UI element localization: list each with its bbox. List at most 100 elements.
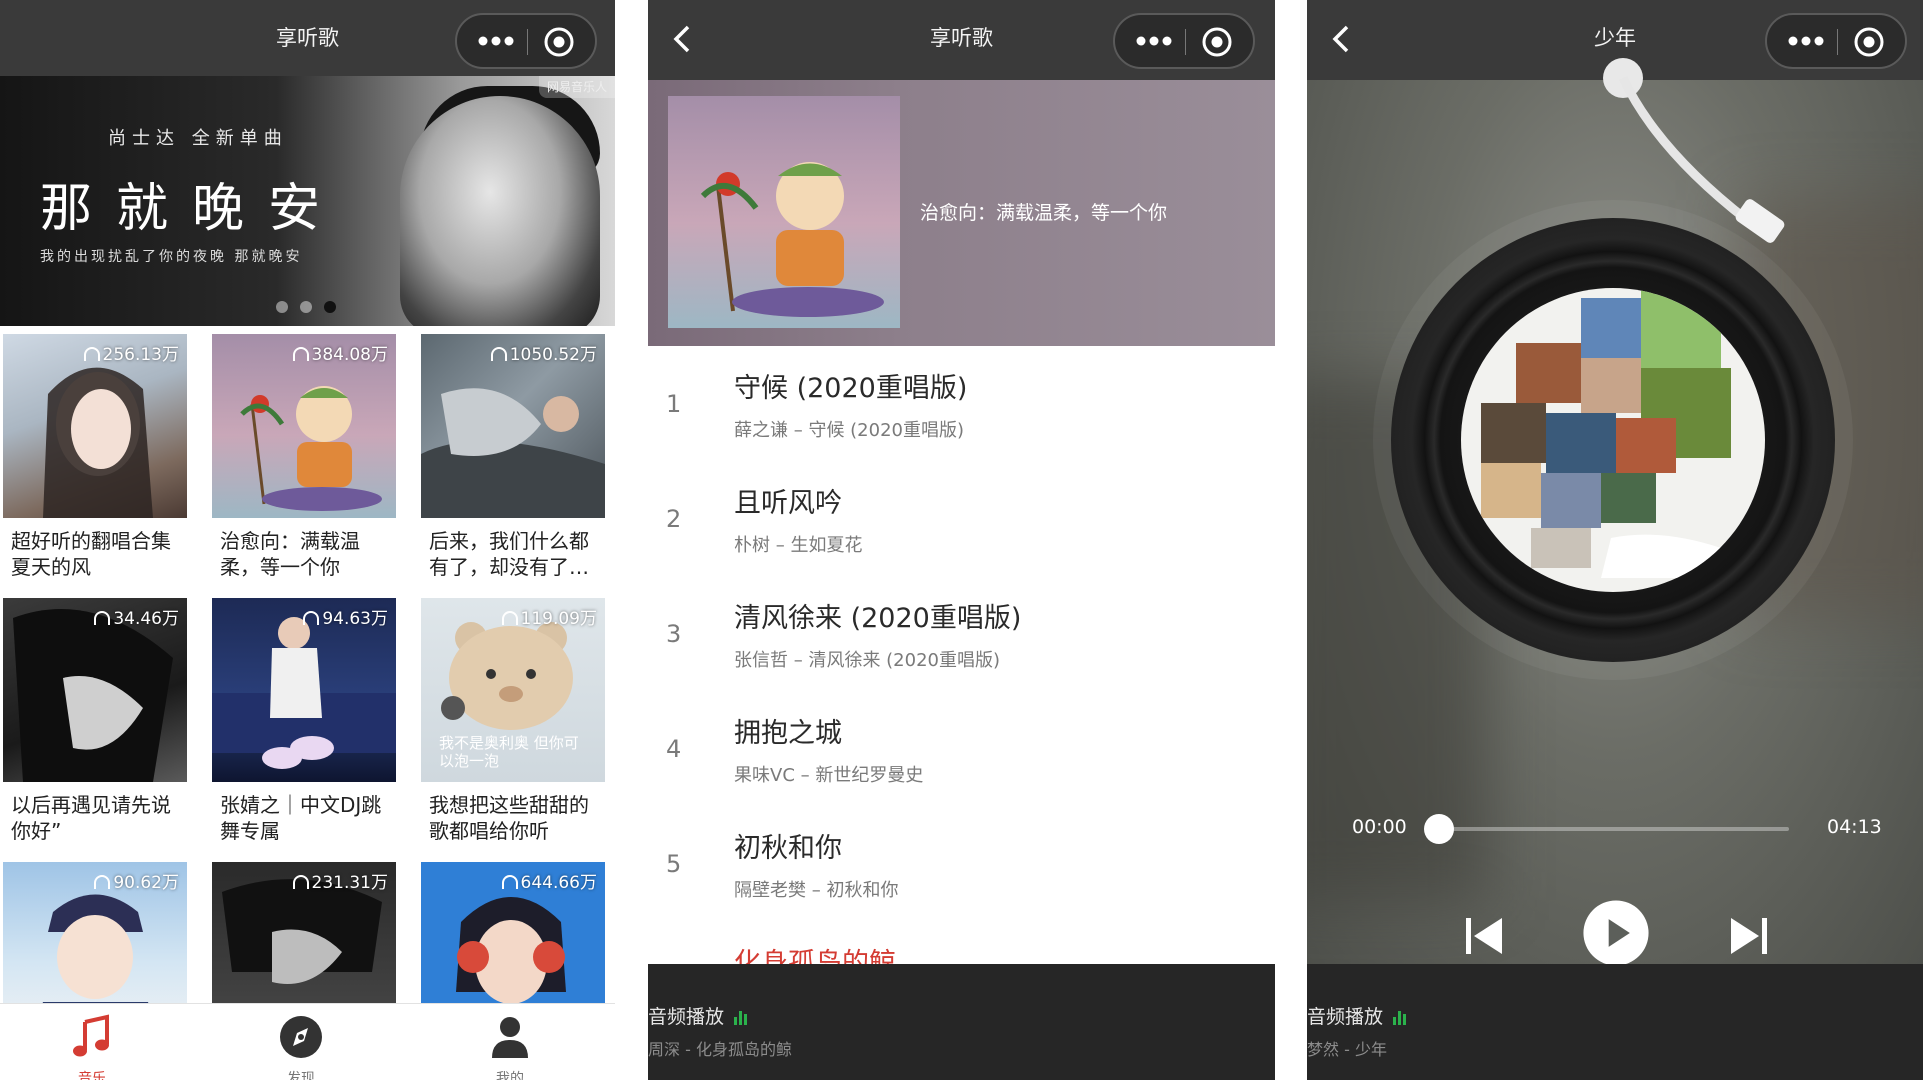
- album-collage: [1481, 288, 1731, 578]
- equalizer-icon: [734, 1008, 749, 1030]
- playlist-cover: 384.08万: [212, 334, 396, 518]
- playlist-screen: 享听歌 治愈向：满载温柔，等一个你 1 守候 (2020重唱版) 薛之谦 – 守…: [648, 0, 1275, 1080]
- tab-label: 音乐: [78, 1071, 106, 1080]
- playlist-name: 我想把这些甜甜的歌都唱给你听: [429, 793, 589, 843]
- previous-track-icon[interactable]: [1462, 898, 1506, 968]
- headphone-icon: [83, 347, 100, 361]
- song-index: 2: [666, 505, 682, 533]
- play-count: 34.46万: [94, 604, 179, 629]
- banner-carousel[interactable]: 尚士达 全新单曲 那就晚安 我的出现扰乱了你的夜晚 那就晚安 网易音乐人: [0, 76, 615, 326]
- close-target-icon[interactable]: [1199, 24, 1235, 60]
- playlist-cover: 1050.52万: [421, 334, 605, 518]
- carousel-dot[interactable]: [276, 301, 288, 313]
- song-index: 5: [666, 850, 682, 878]
- playlist-name: 超好听的翻唱合集夏天的风: [11, 529, 171, 579]
- banner-portrait: [400, 96, 600, 326]
- tab-me[interactable]: 我的: [450, 1012, 570, 1080]
- play-count: 256.13万: [83, 340, 179, 365]
- song-row[interactable]: 4 拥抱之城 果味VC – 新世纪罗曼史: [648, 691, 1275, 806]
- playlist-name: 后来，我们什么都有了，却没有了…: [429, 529, 589, 579]
- playlist-cover: [668, 96, 900, 328]
- carousel-dot[interactable]: [300, 301, 312, 313]
- mini-player-subtitle: 梦然 - 少年: [1307, 1040, 1387, 1059]
- close-target-icon[interactable]: [541, 24, 577, 60]
- mini-player-subtitle: 周深 - 化身孤岛的鲸: [648, 1040, 792, 1059]
- play-button[interactable]: [1573, 898, 1659, 968]
- song-artist-album: 薛之谦 – 守候 (2020重唱版): [734, 420, 965, 441]
- headphone-icon: [501, 875, 518, 889]
- mini-player-bar[interactable]: 音频播放 周深 - 化身孤岛的鲸: [648, 964, 1275, 1080]
- play-count: 644.66万: [501, 868, 597, 893]
- headphone-icon: [292, 875, 309, 889]
- tab-label: 我的: [496, 1071, 524, 1080]
- cover-illustration: [700, 162, 884, 317]
- progress-slider[interactable]: [1424, 814, 1789, 844]
- tonearm: [1603, 58, 1785, 243]
- playlist-card[interactable]: 94.63万 张婧之｜中文DJ跳舞专属: [212, 598, 396, 844]
- carousel-dot-active[interactable]: [324, 301, 336, 313]
- playlist-card[interactable]: 1050.52万 后来，我们什么都有了，却没有了…: [421, 334, 605, 580]
- headphone-icon: [490, 347, 507, 361]
- player-screen: 少年 00:00 04:13 音频播放 梦然 - 少年: [1307, 0, 1923, 1080]
- play-count: 231.31万: [292, 868, 388, 893]
- compass-icon: [280, 1016, 322, 1058]
- banner-headline: 那就晚安: [40, 179, 345, 239]
- equalizer-icon: [1393, 1008, 1408, 1030]
- play-count: 119.09万: [501, 604, 597, 629]
- song-row[interactable]: 5 初秋和你 隔壁老樊 – 初秋和你: [648, 806, 1275, 921]
- mini-player-bar[interactable]: 音频播放 梦然 - 少年: [1307, 964, 1923, 1080]
- home-screen: 享听歌 尚士达 全新单曲 那就晚安 我的出现扰乱了你的夜晚 那就晚安 网易音乐人: [0, 0, 615, 1080]
- headphone-icon: [501, 611, 518, 625]
- playlist-description: 治愈向：满载温柔，等一个你: [920, 202, 1168, 224]
- mini-program-capsule: [455, 13, 597, 69]
- play-count: 1050.52万: [490, 340, 597, 365]
- playlist-card[interactable]: 34.46万 以后再遇见请先说你好”: [3, 598, 187, 844]
- progress-row: 00:00 04:13: [1307, 810, 1923, 850]
- current-time: 00:00: [1352, 816, 1407, 838]
- music-note-icon: [73, 1014, 109, 1057]
- playlist-cover: 119.09万 我不是奥利奥 但你可以泡一泡: [421, 598, 605, 782]
- song-title: 且听风吟: [734, 488, 842, 519]
- banner-source-tag: 网易音乐人: [538, 76, 615, 98]
- playlist-cover: 94.63万: [212, 598, 396, 782]
- play-count: 94.63万: [303, 604, 388, 629]
- song-artist-album: 朴树 – 生如夏花: [734, 535, 863, 556]
- capsule-divider: [527, 29, 528, 55]
- headphone-icon: [94, 875, 111, 889]
- playlist-card[interactable]: 256.13万 超好听的翻唱合集夏天的风: [3, 334, 187, 580]
- nav-bar: 享听歌: [648, 0, 1275, 80]
- more-icon[interactable]: [1129, 25, 1179, 57]
- song-row[interactable]: 1 守候 (2020重唱版) 薛之谦 – 守候 (2020重唱版): [648, 346, 1275, 461]
- mini-program-capsule: [1113, 13, 1255, 69]
- next-track-icon[interactable]: [1727, 898, 1771, 968]
- more-icon[interactable]: [471, 25, 521, 57]
- album-art: [1461, 288, 1765, 592]
- headphone-icon: [94, 611, 111, 625]
- playlist-cover: 34.46万: [3, 598, 187, 782]
- song-row[interactable]: 3 清风徐来 (2020重唱版) 张信哲 – 清风徐来 (2020重唱版): [648, 576, 1275, 691]
- nav-bar: 享听歌: [0, 0, 615, 80]
- song-title: 清风徐来 (2020重唱版): [734, 603, 1022, 634]
- tab-discover[interactable]: 发现: [241, 1012, 361, 1080]
- mini-player-label: 音频播放: [1307, 1002, 1408, 1030]
- song-artist-album: 隔壁老樊 – 初秋和你: [734, 880, 899, 901]
- song-row[interactable]: 2 且听风吟 朴树 – 生如夏花: [648, 461, 1275, 576]
- song-list: 1 守候 (2020重唱版) 薛之谦 – 守候 (2020重唱版) 2 且听风吟…: [648, 346, 1275, 1036]
- song-title: 初秋和你: [734, 833, 842, 864]
- playlist-card[interactable]: 384.08万 治愈向：满载温柔，等一个你: [212, 334, 396, 580]
- user-icon: [492, 1017, 528, 1058]
- banner-tagline: 我的出现扰乱了你的夜晚 那就晚安: [40, 249, 303, 265]
- playlist-card[interactable]: 119.09万 我不是奥利奥 但你可以泡一泡 我想把这些甜甜的歌都唱给你听: [421, 598, 605, 844]
- playlist-header: 治愈向：满载温柔，等一个你: [648, 80, 1275, 346]
- total-duration: 04:13: [1827, 816, 1882, 838]
- carousel-dots: [270, 298, 342, 317]
- song-index: 3: [666, 620, 682, 648]
- playlist-name: 治愈向：满载温柔，等一个你: [220, 529, 360, 579]
- song-artist-album: 果味VC – 新世纪罗曼史: [734, 765, 924, 786]
- tab-label: 发现: [287, 1071, 315, 1080]
- tab-music[interactable]: 音乐: [32, 1012, 152, 1080]
- mini-player-label: 音频播放: [648, 1002, 749, 1030]
- playlist-name: 以后再遇见请先说你好”: [11, 793, 171, 843]
- headphone-icon: [292, 347, 309, 361]
- progress-knob[interactable]: [1424, 814, 1454, 844]
